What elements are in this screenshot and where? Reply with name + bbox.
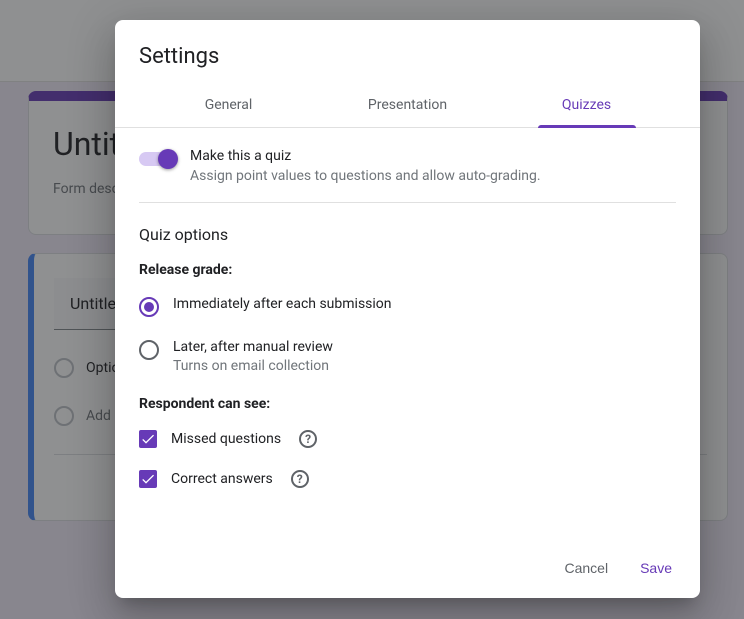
- radio-label: Later, after manual review: [173, 339, 333, 355]
- checkbox-label: Correct answers: [171, 471, 273, 487]
- save-button[interactable]: Save: [636, 554, 676, 582]
- make-quiz-row: Make this a quiz Assign point values to …: [139, 128, 676, 203]
- release-grade-later[interactable]: Later, after manual review Turns on emai…: [139, 339, 676, 374]
- help-icon[interactable]: ?: [299, 430, 317, 448]
- make-quiz-toggle[interactable]: [139, 152, 176, 166]
- dialog-title: Settings: [115, 20, 700, 87]
- release-grade-immediate[interactable]: Immediately after each submission: [139, 296, 676, 317]
- checkbox-icon: [139, 470, 157, 488]
- tab-quizzes[interactable]: Quizzes: [497, 87, 676, 127]
- checkbox-icon: [139, 430, 157, 448]
- respondent-can-see-label: Respondent can see:: [139, 396, 676, 412]
- settings-dialog: Settings General Presentation Quizzes Ma…: [115, 20, 700, 598]
- dialog-body-scroll[interactable]: Make this a quiz Assign point values to …: [115, 128, 700, 540]
- toggle-knob: [158, 149, 178, 169]
- release-grade-label: Release grade:: [139, 262, 676, 278]
- quiz-options-header: Quiz options: [139, 225, 676, 244]
- radio-sublabel: Turns on email collection: [173, 358, 333, 374]
- make-quiz-title: Make this a quiz: [190, 148, 541, 164]
- check-icon: [140, 471, 156, 487]
- radio-icon: [139, 340, 159, 360]
- check-icon: [140, 431, 156, 447]
- radio-icon: [139, 297, 159, 317]
- radio-label: Immediately after each submission: [173, 296, 392, 312]
- help-icon[interactable]: ?: [291, 470, 309, 488]
- tab-general[interactable]: General: [139, 87, 318, 127]
- dialog-body: Make this a quiz Assign point values to …: [115, 128, 700, 540]
- make-quiz-subtitle: Assign point values to questions and all…: [190, 168, 541, 184]
- cancel-button[interactable]: Cancel: [560, 554, 612, 582]
- checkbox-correct-answers[interactable]: Correct answers ?: [139, 470, 676, 488]
- tab-presentation[interactable]: Presentation: [318, 87, 497, 127]
- checkbox-label: Missed questions: [171, 431, 281, 447]
- checkbox-missed-questions[interactable]: Missed questions ?: [139, 430, 676, 448]
- dialog-actions: Cancel Save: [115, 540, 700, 598]
- tab-bar: General Presentation Quizzes: [115, 87, 700, 128]
